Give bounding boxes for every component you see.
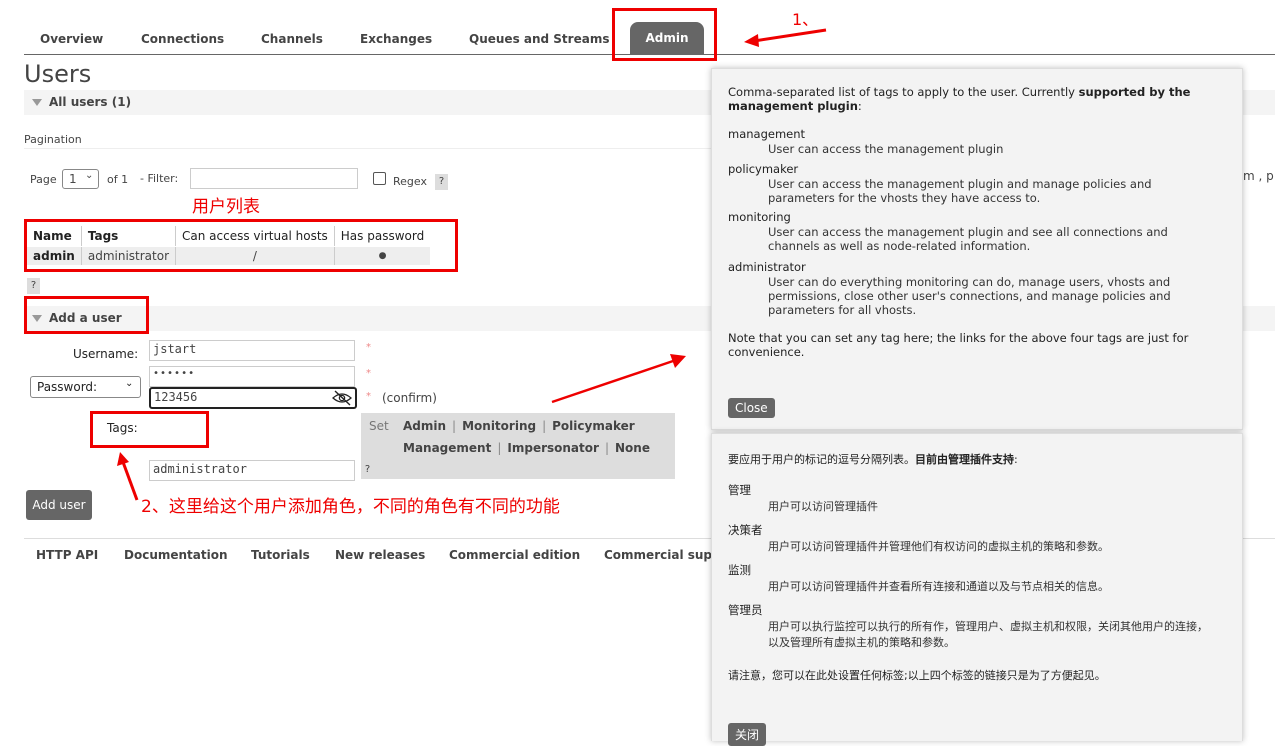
tags-input[interactable]: administrator: [149, 460, 355, 481]
page-select[interactable]: 1 ⌄: [62, 169, 99, 189]
tooltip-term-administrator: 管理员: [728, 603, 763, 617]
all-users-label: All users (1): [49, 95, 132, 109]
tooltip-def-administrator: User can do everything monitoring can do…: [768, 275, 1171, 317]
annotation-step-1: 1、: [792, 10, 819, 29]
clipped-text: m , p: [1243, 169, 1274, 183]
tooltip-term-monitoring: 监测: [728, 563, 751, 577]
username-label: Username:: [73, 347, 139, 361]
tooltip-intro: Comma-separated list of tags to apply to…: [728, 85, 1191, 113]
page-label: Page: [30, 173, 57, 186]
tooltip-term-policymaker: 决策者: [728, 523, 763, 537]
table-help-button[interactable]: ?: [27, 278, 40, 294]
tooltip-note: Note that you can set any tag here; the …: [728, 331, 1189, 359]
tooltip-term-administrator: administrator: [728, 260, 806, 274]
tooltip-close-button[interactable]: Close: [728, 398, 775, 418]
username-input[interactable]: jstart: [149, 340, 355, 361]
collapse-triangle-icon: [32, 99, 42, 106]
nav-tab-channels[interactable]: Channels: [261, 32, 323, 46]
regex-checkbox[interactable]: [373, 172, 386, 185]
footer-link-http-api[interactable]: HTTP API: [36, 548, 98, 562]
tooltip-def-management: User can access the management plugin: [768, 142, 1004, 156]
tag-link-monitoring[interactable]: Monitoring: [462, 419, 536, 433]
annotation-box-admin-tab: [612, 8, 717, 61]
nav-tab-exchanges[interactable]: Exchanges: [360, 32, 432, 46]
tags-set-label: Set: [369, 419, 389, 433]
annotation-arrow-2: [117, 452, 139, 501]
nav-tab-overview[interactable]: Overview: [40, 32, 103, 46]
annotation-arrow-1: [744, 28, 827, 47]
pagination-divider: [24, 148, 714, 149]
annotation-box-tags: [90, 411, 209, 448]
page-of-label: of 1: [107, 173, 129, 186]
annotation-arrow-3: [551, 354, 686, 404]
footer-link-commercial-edition[interactable]: Commercial edition: [449, 548, 580, 562]
tooltip-def-policymaker: User can access the management plugin an…: [768, 177, 1152, 205]
tooltip-term-management: 管理: [728, 483, 751, 497]
nav-tab-connections[interactable]: Connections: [141, 32, 224, 46]
annotation-step-2: 2、这里给这个用户添加角色，不同的角色有不同的功能: [141, 497, 560, 517]
filter-input[interactable]: [190, 168, 358, 189]
tooltip-def-management: 用户可以访问管理插件: [768, 500, 878, 513]
tooltip-intro: 要应用于用户的标记的逗号分隔列表。目前由管理插件支持:: [728, 453, 1018, 466]
nav-tab-queues-and-streams[interactable]: Queues and Streams: [469, 32, 609, 46]
tooltip-def-administrator: 用户可以执行监控可以执行的所有作，管理用户、虚拟主机和权限，关闭其他用户的连接，…: [768, 620, 1208, 649]
footer-link-documentation[interactable]: Documentation: [124, 548, 228, 562]
chevron-down-icon: ⌄: [125, 378, 134, 389]
tooltip-term-management: management: [728, 127, 806, 141]
eye-slash-icon[interactable]: [331, 390, 353, 406]
password-confirm-input[interactable]: 123456: [149, 387, 357, 409]
tooltip-note: 请注意，您可以在此处设置任何标签;以上四个标签的链接只是为了方便起见。: [728, 669, 1106, 682]
tooltip-term-policymaker: policymaker: [728, 162, 799, 176]
tag-link-impersonator[interactable]: Impersonator: [507, 441, 599, 455]
tags-help-tooltip-zh: 要应用于用户的标记的逗号分隔列表。目前由管理插件支持: 管理 用户可以访问管理插…: [711, 433, 1243, 746]
required-marker: *: [366, 342, 371, 353]
page-title: Users: [24, 60, 92, 88]
regex-help-button[interactable]: ?: [435, 174, 448, 190]
tooltip-close-button[interactable]: 关闭: [728, 723, 767, 746]
annotation-box-add-user: [24, 296, 149, 334]
tags-help-tooltip-en: Comma-separated list of tags to apply to…: [711, 68, 1243, 430]
required-marker: *: [366, 368, 371, 379]
add-user-button[interactable]: Add user: [26, 490, 92, 520]
regex-label: Regex: [393, 175, 427, 188]
password-input[interactable]: ••••••: [149, 366, 355, 387]
footer-link-tutorials[interactable]: Tutorials: [251, 548, 310, 562]
filter-label: - Filter:: [140, 172, 179, 185]
password-type-select[interactable]: Password: ⌄: [30, 376, 141, 398]
required-marker: *: [366, 391, 371, 402]
tag-link-policymaker[interactable]: Policymaker: [552, 419, 635, 433]
tooltip-def-monitoring: User can access the management plugin an…: [768, 225, 1168, 253]
annotation-box-user-table: [24, 219, 458, 272]
annotation-user-list: 用户列表: [192, 197, 260, 217]
chevron-down-icon: ⌄: [85, 170, 94, 181]
tooltip-def-monitoring: 用户可以访问管理插件并查看所有连接和通道以及与节点相关的信息。: [768, 580, 1109, 593]
tag-link-none[interactable]: None: [615, 441, 650, 455]
confirm-label: (confirm): [382, 391, 437, 405]
tooltip-def-policymaker: 用户可以访问管理插件并管理他们有权访问的虚拟主机的策略和参数。: [768, 540, 1109, 553]
tags-help-button[interactable]: ?: [361, 462, 374, 478]
tag-link-management[interactable]: Management: [403, 441, 491, 455]
tooltip-term-monitoring: monitoring: [728, 210, 791, 224]
tags-quick-set: Set Admin | Monitoring | Policymaker Managem…: [361, 413, 675, 479]
footer-link-new-releases[interactable]: New releases: [335, 548, 425, 562]
tag-link-admin[interactable]: Admin: [403, 419, 446, 433]
footer-link-commercial-support[interactable]: Commercial sup: [604, 548, 712, 562]
pagination-heading: Pagination: [24, 133, 82, 146]
